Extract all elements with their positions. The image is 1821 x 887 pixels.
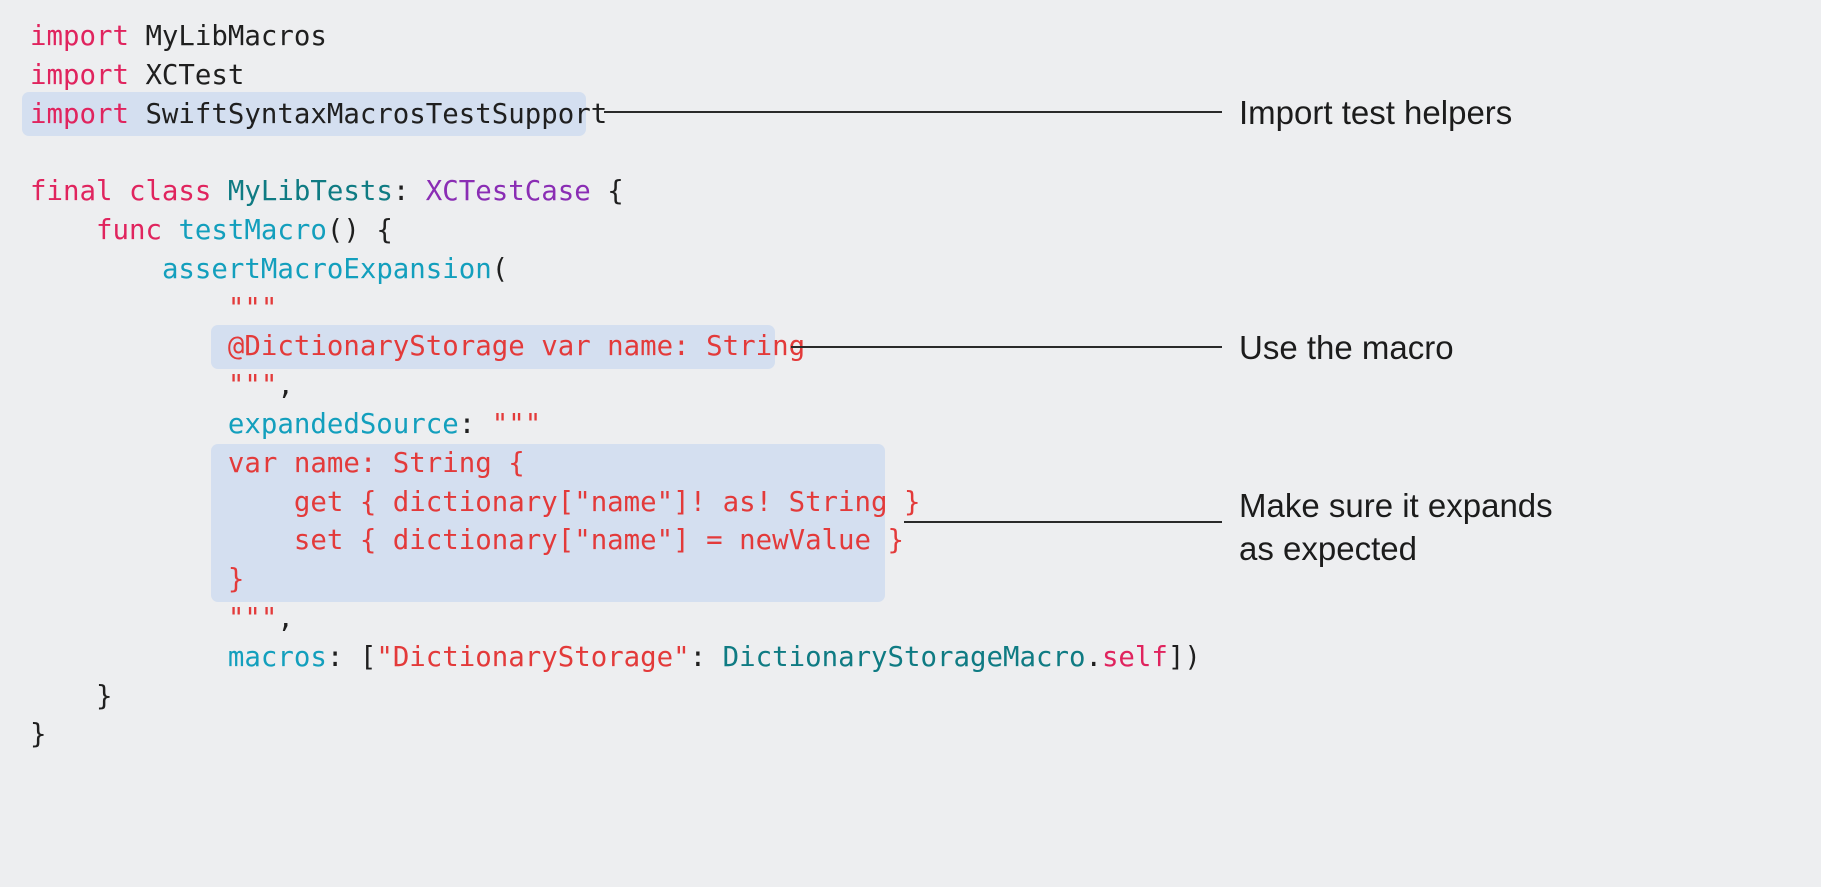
code-token-str: """ [227,292,278,324]
code-token-plain: , [277,603,294,634]
code-token-plain: : [392,176,426,208]
code-annotation-diagram: import MyLibMacros import XCTest import Sw… [0,0,1821,887]
code-token-kw: import [30,21,129,52]
code-token-kw: func [95,215,162,246]
code-token-plain: : [689,641,723,673]
code-token-plain: () { [326,215,393,246]
code-token-str: @DictionaryStorage var name: String [227,331,806,363]
code-token-fn: testMacro [178,215,327,246]
code-token-fn: expandedSource [227,409,459,440]
leader-line-macro [791,346,1222,348]
code-token-plain: MyLibMacros [128,21,327,52]
code-token-ttyp: XCTestCase [425,176,591,208]
code-token-fn: macros [227,641,327,673]
code-token-kw: self [1101,641,1168,673]
code-token-plain: } [30,680,113,712]
code-token-plain: } [30,719,47,751]
code-token-str: var name: String { [227,447,525,479]
code-token-str: "DictionaryStorage" [376,641,690,673]
code-token-plain: : [ [326,641,377,673]
code-token-plain: : [458,409,492,440]
code-token-fn: assertMacroExpansion [161,253,492,285]
callout-expands-as-expected: Make sure it expands as expected [1239,484,1553,570]
code-token-kw: final [30,176,113,208]
code-token-kw: class [128,176,212,208]
code-token-tdef: MyLibTests [227,176,393,208]
callout-expands-line-1: Make sure it expands [1239,487,1553,524]
code-line: import SwiftSyntaxMacrosTestSupport [30,92,607,137]
code-token-plain: ( [491,253,509,285]
code-token-plain: ]) [1167,641,1201,673]
leader-line-expansion [904,521,1222,523]
code-line: } [30,712,47,757]
code-token-plain: { [590,176,624,208]
code-token-kw: import [30,59,129,91]
code-token-str: get { dictionary["name"]! as! String } [293,486,921,518]
callout-import-test-helpers: Import test helpers [1239,94,1513,131]
code-token-str: set { dictionary["name"] = newValue } [293,525,905,557]
code-token-tdef: DictionaryStorageMacro [722,641,1086,673]
callout-use-the-macro: Use the macro [1239,329,1454,366]
leader-line-import [604,111,1222,113]
code-token-plain: . [1085,641,1102,673]
code-token-str: """ [491,409,542,440]
callout-expands-line-2: as expected [1239,530,1417,567]
code-token-plain: SwiftSyntaxMacrosTestSupport [128,98,608,130]
code-token-plain: XCTest [128,59,245,91]
code-token-str: """ [227,603,278,634]
code-token-kw: import [30,98,129,130]
code-token-plain: , [277,370,294,402]
code-line: macros: ["DictionaryStorage": Dictionary… [30,635,1201,680]
code-token-str: } [227,564,245,596]
code-token-str: """ [227,370,278,402]
